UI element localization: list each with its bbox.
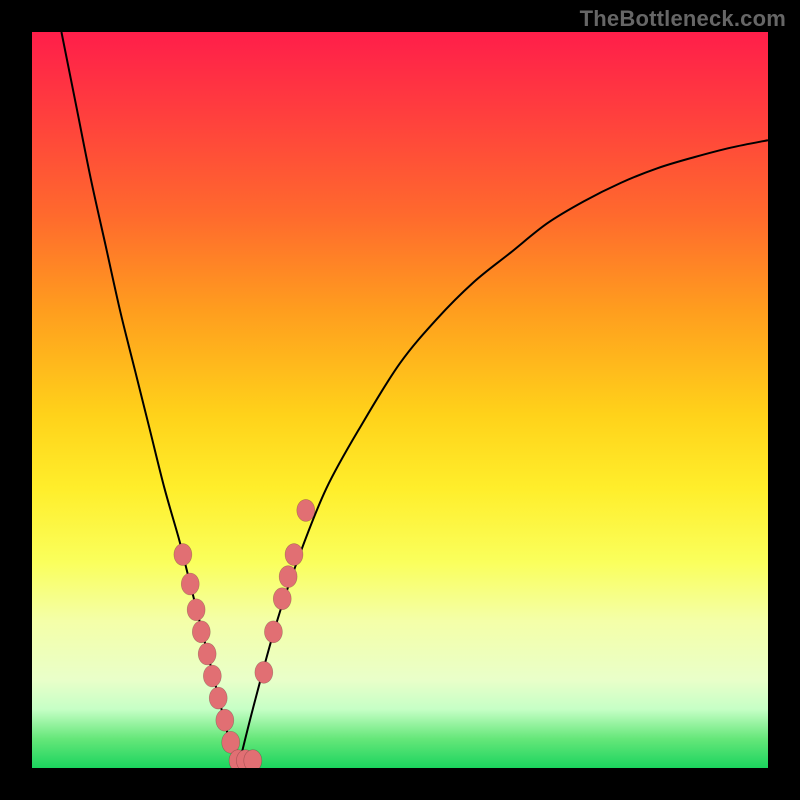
marker-point — [192, 621, 210, 643]
marker-point — [244, 750, 262, 768]
chart-overlay — [32, 32, 768, 768]
marker-point — [209, 687, 227, 709]
marker-point — [187, 599, 205, 621]
marker-point — [216, 709, 234, 731]
marker-point — [229, 750, 247, 768]
marker-point — [285, 544, 303, 566]
marker-point — [236, 750, 254, 768]
marker-point — [198, 643, 216, 665]
marker-point — [264, 621, 282, 643]
marker-point — [273, 588, 291, 610]
curve-right — [238, 140, 768, 768]
chart-plot-area — [32, 32, 768, 768]
marker-group — [174, 499, 315, 768]
marker-point — [255, 661, 273, 683]
marker-point — [279, 566, 297, 588]
marker-point — [222, 731, 240, 753]
curve-left — [61, 32, 238, 768]
marker-point — [181, 573, 199, 595]
marker-point — [174, 544, 192, 566]
chart-frame: TheBottleneck.com — [0, 0, 800, 800]
watermark-label: TheBottleneck.com — [580, 6, 786, 32]
marker-point — [203, 665, 221, 687]
marker-point — [297, 499, 315, 521]
